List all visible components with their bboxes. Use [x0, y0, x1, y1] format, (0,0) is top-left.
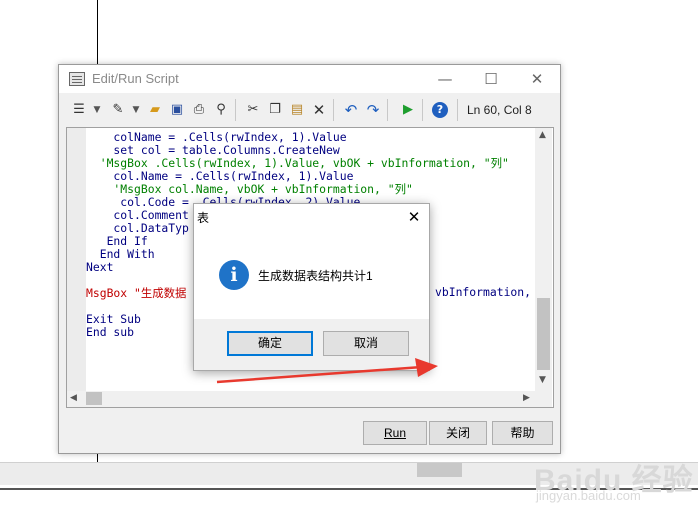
- toolbar: ☰ ▼ ✎ ▼ ▰ ▣ ⎙ ⚲ ✂ ❐ ▤ ✕ ↶ ↷ ▶ ? Ln 60, C…: [59, 93, 560, 127]
- copy-icon[interactable]: ❐: [267, 102, 283, 118]
- scroll-right-arrow[interactable]: ▶: [523, 393, 530, 403]
- toolbar-separator: [235, 99, 236, 121]
- print-icon[interactable]: ⎙: [191, 102, 207, 118]
- close-button[interactable]: 关闭: [429, 421, 487, 445]
- cancel-button[interactable]: 取消: [323, 331, 409, 356]
- info-icon: i: [219, 260, 249, 290]
- background-scroll-thumb[interactable]: [417, 463, 462, 477]
- cut-icon[interactable]: ✂: [245, 102, 261, 118]
- dialog-title: 表: [197, 211, 210, 225]
- background-line: [97, 0, 98, 64]
- close-window-button[interactable]: ✕: [514, 65, 560, 93]
- annotation-arrow: [216, 358, 438, 384]
- app-icon: [69, 72, 85, 86]
- maximize-button[interactable]: ☐: [468, 65, 514, 93]
- editor-gutter: [67, 128, 86, 391]
- toolbar-separator: [333, 99, 334, 121]
- run-icon[interactable]: ▶: [400, 102, 416, 118]
- redo-icon[interactable]: ↷: [365, 102, 381, 118]
- run-button-label: Run: [383, 426, 406, 440]
- chevron-down-icon[interactable]: ▼: [128, 102, 144, 118]
- toolbar-separator: [387, 99, 388, 121]
- list-icon[interactable]: ☰: [71, 102, 87, 118]
- minimize-button[interactable]: —: [422, 65, 468, 93]
- scroll-up-arrow[interactable]: ▲: [539, 130, 546, 140]
- ok-button[interactable]: 确定: [227, 331, 313, 356]
- title-bar: Edit/Run Script — ☐ ✕: [59, 65, 560, 93]
- toolbar-separator: [457, 99, 458, 121]
- dialog-message: 生成数据表结构共计1: [258, 269, 373, 283]
- code-overflow-text: vbInformation,: [435, 285, 532, 299]
- watermark-url: jingyan.baidu.com: [536, 488, 641, 503]
- help-icon[interactable]: ?: [432, 102, 448, 118]
- edit-icon[interactable]: ✎: [110, 102, 126, 118]
- find-icon[interactable]: ⚲: [213, 102, 229, 118]
- help-button[interactable]: 帮助: [492, 421, 553, 445]
- save-icon[interactable]: ▣: [169, 102, 185, 118]
- delete-icon[interactable]: ✕: [311, 102, 327, 118]
- paste-icon[interactable]: ▤: [289, 102, 305, 118]
- cursor-position: Ln 60, Col 8: [467, 103, 532, 117]
- open-folder-icon[interactable]: ▰: [147, 102, 163, 118]
- run-button[interactable]: Run: [363, 421, 427, 445]
- scroll-left-arrow[interactable]: ◀: [70, 393, 77, 403]
- dialog-close-button[interactable]: ✕: [402, 206, 426, 228]
- message-dialog: 表 ✕ i 生成数据表结构共计1 确定 取消: [193, 203, 430, 371]
- toolbar-separator: [422, 99, 423, 121]
- undo-icon[interactable]: ↶: [343, 102, 359, 118]
- vertical-scroll-thumb[interactable]: [537, 298, 550, 370]
- horizontal-scroll-thumb[interactable]: [86, 392, 102, 405]
- arrow-shaft: [216, 365, 423, 384]
- chevron-down-icon[interactable]: ▼: [89, 102, 105, 118]
- window-title: Edit/Run Script: [92, 71, 179, 86]
- scroll-down-arrow[interactable]: ▼: [539, 375, 546, 385]
- arrow-head: [415, 358, 438, 377]
